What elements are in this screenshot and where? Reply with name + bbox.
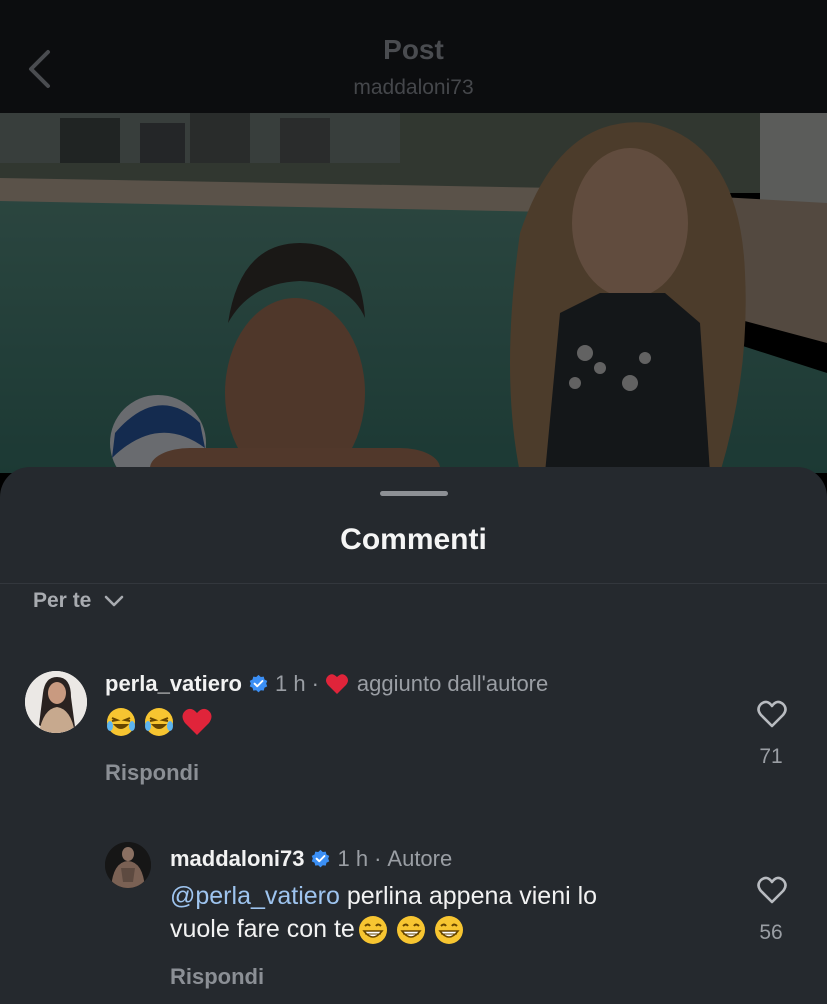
grinning-emoji [396, 916, 425, 945]
laughing-tears-emoji [107, 708, 135, 737]
like-count: 56 [759, 921, 783, 944]
comment-time: 1 h [274, 671, 306, 696]
top-navigation-bar: Post maddaloni73 [0, 0, 827, 113]
author-badge: Autore [387, 846, 453, 871]
mention-link[interactable]: @perla_vatiero [170, 882, 340, 910]
sheet-divider [0, 583, 827, 584]
like-count: 71 [759, 745, 783, 768]
avatar[interactable] [25, 671, 87, 733]
meta-separator: · [311, 671, 319, 696]
grinning-emoji [358, 916, 387, 945]
comment-text-line: @perla_vatiero perlina appena vieni lo [170, 880, 730, 913]
comment-username[interactable]: maddaloni73 [170, 846, 304, 872]
comment-text-part: vuole fare con te [170, 915, 355, 943]
comment-item: maddaloni73 1 h · Autore @perla_vatiero … [0, 832, 827, 1004]
user-avatar-image [105, 842, 151, 888]
verified-badge-icon [249, 674, 268, 692]
laughing-tears-emoji [145, 708, 173, 737]
chevron-down-icon [105, 595, 124, 607]
comment-text [105, 705, 219, 738]
avatar[interactable] [105, 842, 151, 888]
photo-dim-overlay [0, 113, 827, 473]
user-avatar-image [25, 671, 87, 733]
comment-meta: perla_vatiero 1 h · aggiunto dall'autore [105, 671, 548, 697]
page-title: Post [383, 34, 444, 65]
comment-text-part: perlina appena vieni lo [339, 882, 598, 910]
comment-meta: maddaloni73 1 h · Autore [170, 846, 452, 872]
like-button[interactable] [756, 699, 788, 734]
sheet-title: Commenti [340, 523, 487, 556]
comment-text-line: vuole fare con te [170, 913, 730, 946]
liked-by-author-label: aggiunto dall'autore [356, 671, 549, 696]
grinning-emoji [434, 916, 463, 945]
verified-badge-icon [312, 849, 330, 867]
comment-username[interactable]: perla_vatiero [105, 671, 242, 697]
comments-sheet: Commenti Per te perla_vatiero 1 h · aggi… [0, 467, 827, 1004]
sort-label: Per te [33, 589, 92, 612]
heart-outline-icon [757, 876, 787, 904]
meta-separator: · [374, 846, 382, 871]
reply-button[interactable]: Rispondi [170, 964, 264, 990]
red-heart-emoji [182, 709, 212, 736]
sheet-drag-handle[interactable] [380, 491, 448, 496]
sort-dropdown[interactable]: Per te [33, 589, 125, 613]
comment-item: perla_vatiero 1 h · aggiunto dall'autore [0, 657, 827, 797]
heart-outline-icon [757, 700, 787, 728]
reply-button[interactable]: Rispondi [105, 760, 199, 786]
comment-text: @perla_vatiero perlina appena vieni lo v… [170, 880, 730, 946]
comment-time: 1 h [337, 846, 369, 871]
heart-filled-icon [325, 674, 348, 694]
post-image[interactable] [0, 113, 827, 473]
like-button[interactable] [756, 875, 788, 910]
post-author-username[interactable]: maddaloni73 [0, 76, 827, 100]
